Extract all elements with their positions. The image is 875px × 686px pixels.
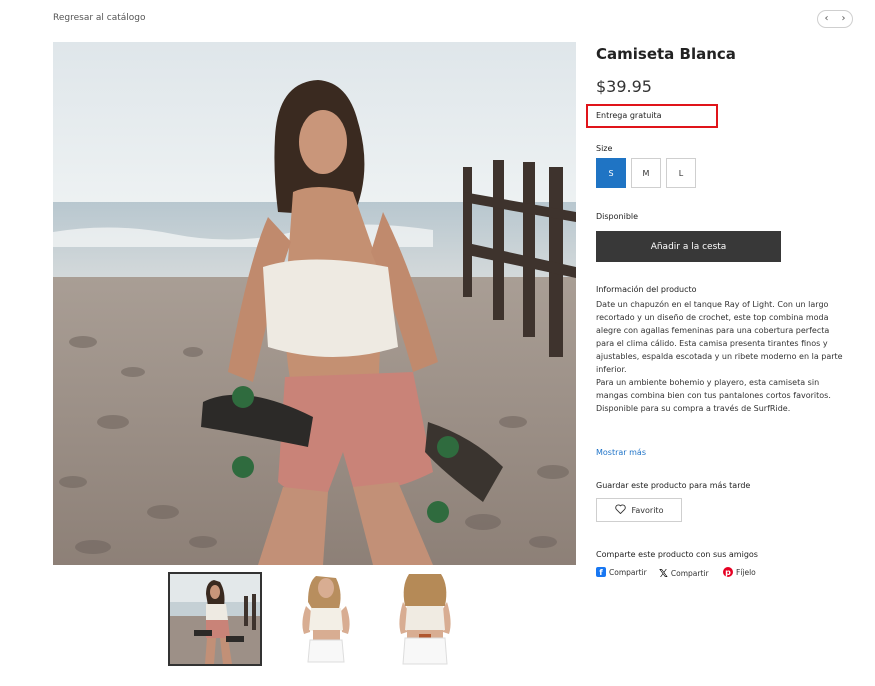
product-main-image bbox=[53, 42, 576, 565]
share-x-label: Compartir bbox=[670, 569, 709, 578]
product-info-heading: Información del producto bbox=[596, 285, 697, 294]
product-pager: ‹ › bbox=[817, 10, 853, 28]
chevron-left-icon[interactable]: ‹ bbox=[825, 14, 829, 24]
size-label: Size bbox=[596, 144, 613, 153]
availability-status: Disponible bbox=[596, 212, 639, 221]
favorite-button[interactable]: Favorito bbox=[596, 498, 682, 522]
favorite-label: Favorito bbox=[631, 505, 664, 515]
share-pinterest-label: Fíjelo bbox=[736, 567, 756, 577]
heart-icon bbox=[614, 504, 626, 516]
thumbnail-3[interactable] bbox=[379, 572, 473, 666]
product-description: Date un chapuzón en el tanque Ray of Lig… bbox=[596, 298, 848, 415]
description-paragraph-2: Para un ambiente bohemio y playero, esta… bbox=[596, 378, 831, 413]
share-x-button[interactable]: 𝕏 Compartir bbox=[659, 567, 709, 580]
facebook-icon: f bbox=[596, 567, 606, 577]
back-to-catalog-link[interactable]: Regresar al catálogo bbox=[53, 13, 146, 23]
share-facebook-label: Compartir bbox=[609, 567, 647, 577]
size-option-s[interactable]: S bbox=[596, 158, 626, 188]
save-for-later-label: Guardar este producto para más tarde bbox=[596, 481, 751, 490]
product-title: Camiseta Blanca bbox=[596, 45, 736, 63]
size-option-l[interactable]: L bbox=[666, 158, 696, 188]
description-paragraph-1: Date un chapuzón en el tanque Ray of Lig… bbox=[596, 300, 843, 374]
thumbnail-1[interactable] bbox=[168, 572, 262, 666]
x-logo-icon: 𝕏 bbox=[659, 567, 668, 580]
share-facebook-button[interactable]: f Compartir bbox=[596, 567, 647, 577]
free-shipping-text: Entrega gratuita bbox=[596, 111, 662, 120]
thumbnail-2[interactable] bbox=[280, 572, 374, 666]
share-label: Comparte este producto con sus amigos bbox=[596, 550, 758, 559]
share-pinterest-button[interactable]: p Fíjelo bbox=[723, 567, 756, 577]
product-price: $39.95 bbox=[596, 77, 652, 96]
add-to-cart-button[interactable]: Añadir a la cesta bbox=[596, 231, 781, 262]
size-option-m[interactable]: M bbox=[631, 158, 661, 188]
chevron-right-icon[interactable]: › bbox=[842, 14, 846, 24]
pinterest-icon: p bbox=[723, 567, 733, 577]
show-more-link[interactable]: Mostrar más bbox=[596, 448, 646, 457]
